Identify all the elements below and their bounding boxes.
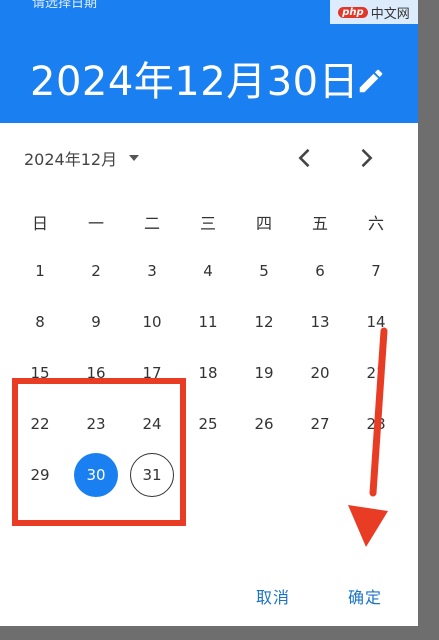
day-cell[interactable]: 10 — [130, 300, 174, 344]
day-cell[interactable]: 18 — [186, 351, 230, 395]
day-cell[interactable]: 7 — [354, 249, 398, 293]
dropdown-triangle-icon — [129, 155, 140, 161]
weekday-label: 日 — [31, 214, 48, 233]
site-watermark: php 中文网 — [330, 0, 418, 24]
day-cell[interactable]: 26 — [242, 402, 286, 446]
day-cell[interactable]: 11 — [186, 300, 230, 344]
day-cell[interactable]: 5 — [242, 249, 286, 293]
weekday-label: 四 — [255, 214, 272, 233]
day-cell[interactable]: 2 — [74, 249, 118, 293]
weekday-label: 五 — [311, 214, 328, 233]
php-logo: php — [338, 6, 368, 18]
day-cell[interactable]: 1 — [18, 249, 62, 293]
header-subtitle: 请选择日期 — [32, 0, 98, 11]
day-cell[interactable]: 25 — [186, 402, 230, 446]
chevron-left-icon[interactable] — [291, 144, 319, 172]
day-cell[interactable]: 12 — [242, 300, 286, 344]
chevron-right-icon[interactable] — [352, 144, 380, 172]
day-cell[interactable]: 4 — [186, 249, 230, 293]
pencil-icon[interactable] — [356, 66, 386, 96]
weekday-label: 六 — [367, 214, 384, 233]
day-cell[interactable]: 6 — [298, 249, 342, 293]
day-cell[interactable]: 9 — [74, 300, 118, 344]
day-cell[interactable]: 3 — [130, 249, 174, 293]
confirm-button[interactable]: 确定 — [348, 584, 382, 608]
cancel-button[interactable]: 取消 — [256, 584, 290, 608]
month-label: 2024年12月 — [24, 150, 118, 169]
watermark-text: 中文网 — [370, 6, 410, 22]
month-selector[interactable]: 2024年12月 — [24, 146, 141, 170]
weekday-label: 三 — [199, 214, 216, 233]
selected-date-display: 2024年12月30日 — [30, 59, 360, 105]
day-cell[interactable]: 8 — [18, 300, 62, 344]
weekday-label: 一 — [87, 214, 104, 233]
red-arrow-icon — [348, 327, 388, 547]
highlight-box — [12, 378, 186, 526]
day-cell[interactable]: 19 — [242, 351, 286, 395]
weekday-label: 二 — [143, 214, 160, 233]
